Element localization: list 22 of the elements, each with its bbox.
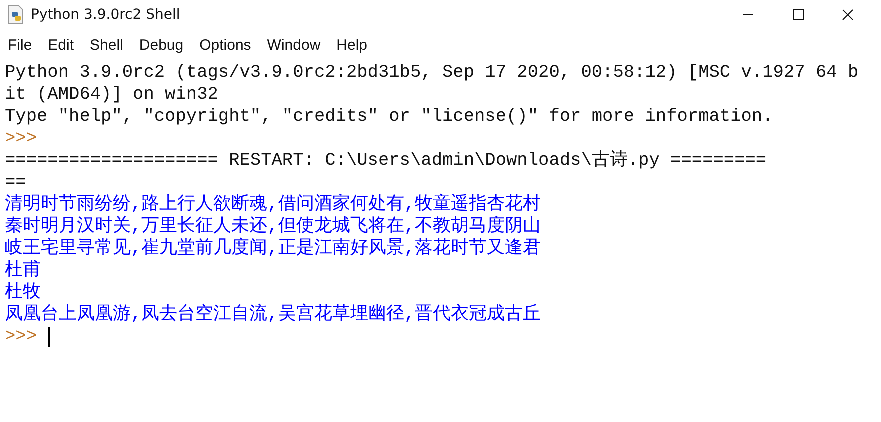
program-output-line: 杜甫 [5,260,41,282]
program-output-line: 清明时节雨纷纷,路上行人欲断魂,借问酒家何处有,牧童遥指杏花村 [5,194,542,216]
menu-item[interactable]: Edit [48,37,74,54]
program-output-line: 秦时明月汉时关,万里长征人未还,但使龙城飞将在,不教胡马度阴山 [5,216,542,238]
shell-prompt: >>> [5,128,38,150]
program-output-line: 岐王宅里寻常见,崔九堂前几度闻,正是江南好风景,落花时节又逢君 [5,238,542,260]
shell-output-line: Python 3.9.0rc2 (tags/v3.9.0rc2:2bd31b5, Sep 17 2020, 00:58:12) [MSC v.1927 64 b [5,62,859,84]
menu-item[interactable]: Debug [139,37,184,54]
shell-output-line: == [5,172,26,194]
window-title: Python 3.9.0rc2 Shell [31,7,180,23]
shell-output-line: ==================== RESTART: C:\Users\admin\Downloads\古诗.py ========= [5,150,767,172]
menu-item[interactable]: Window [267,37,321,54]
menu-item[interactable]: File [8,37,32,54]
python-file-icon [7,5,25,25]
menu-item[interactable]: Shell [90,37,124,54]
menu-item[interactable]: Options [200,37,252,54]
shell-output-line: it (AMD64)] on win32 [5,84,218,106]
program-output-line: 凤凰台上凤凰游,凤去台空江自流,吴宫花草埋幽径,晋代衣冠成古丘 [5,304,542,326]
shell-prompt: >>> [5,326,38,348]
shell-output-line: Type "help", "copyright", "credits" or "license()" for more information. [5,106,774,128]
program-output-line: 杜牧 [5,282,41,304]
menu-item[interactable]: Help [336,37,368,54]
